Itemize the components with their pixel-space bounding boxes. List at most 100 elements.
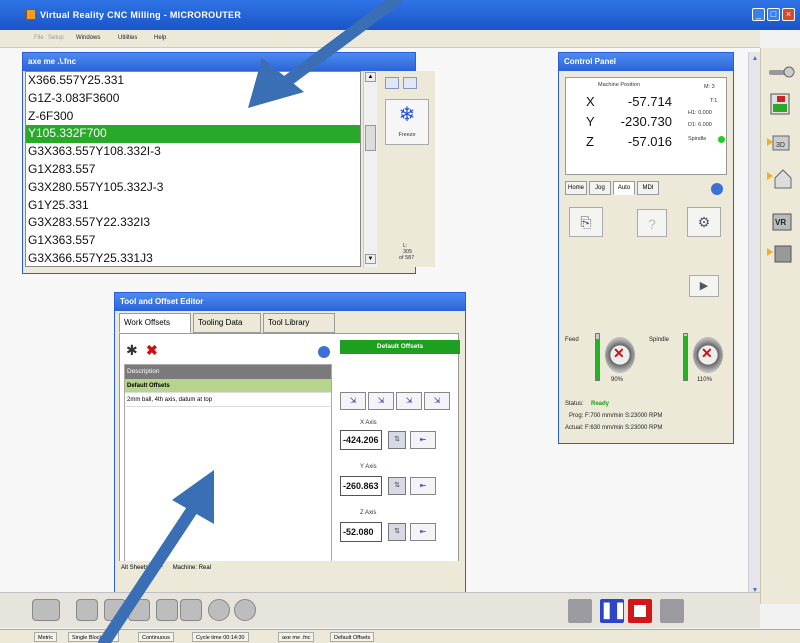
x-offset-stepper[interactable]: ⇅ xyxy=(388,431,406,449)
delete-offset-icon[interactable]: ✖ xyxy=(146,342,162,358)
set-all-offsets-icon[interactable]: ⇲ xyxy=(424,392,450,410)
list-item[interactable]: 2mm ball, 4th axis, datum at top xyxy=(125,393,331,407)
gcode-scrollbar[interactable]: ▲ ▼ xyxy=(363,71,377,267)
feed-percent: 90% xyxy=(611,377,624,383)
help-question-icon[interactable]: ? xyxy=(637,209,667,237)
cycle-start-icon[interactable] xyxy=(385,77,399,89)
menu-utilities[interactable]: Utilities xyxy=(118,35,137,41)
pause-button[interactable]: ❚❚ xyxy=(600,599,627,623)
add-offset-icon[interactable]: ✱ xyxy=(126,342,142,358)
tab-auto[interactable]: Auto xyxy=(613,181,635,195)
tool-change-icon[interactable] xyxy=(767,92,795,116)
freeze-label: Freeze xyxy=(398,132,416,138)
line-counter: L: 305 xyxy=(403,243,413,255)
editor-status-bar: Alt Sheets MDF Machine: Real xyxy=(119,561,459,575)
tab-jog[interactable]: Jog xyxy=(589,181,611,195)
tab-tool-library[interactable]: Tool Library xyxy=(263,313,335,333)
material-label: Alt Sheets MDF xyxy=(121,565,164,571)
gcode-listing[interactable]: X366.557Y25.331 G1Z-3.083F3600 Z-6F300 Y105… xyxy=(25,71,361,267)
gcode-line[interactable]: G3X280.557Y105.332J-3 xyxy=(26,179,360,197)
machine-setup-icon[interactable]: ⚙ xyxy=(687,207,721,237)
gcode-line[interactable]: Y105.332F700 xyxy=(26,125,360,144)
stop-button[interactable] xyxy=(628,599,652,623)
help-icon[interactable] xyxy=(318,346,330,358)
gauge-icon[interactable] xyxy=(180,599,202,621)
menu-file[interactable]: File xyxy=(34,35,44,41)
offset-list[interactable]: Description Default Offsets 2mm ball, 4t… xyxy=(124,364,332,570)
position-readout: Machine Position X -57.714 Y -230.730 Z … xyxy=(565,77,727,175)
feed-override-bar[interactable] xyxy=(595,333,600,381)
gcode-line[interactable]: G3X366.557Y25.331J3 xyxy=(26,250,360,268)
help-icon[interactable] xyxy=(711,183,723,195)
machine-position-label: Machine Position xyxy=(598,82,640,88)
stock-view-icon[interactable] xyxy=(76,599,98,621)
menu-setup[interactable]: Setup xyxy=(48,35,64,41)
tab-mdi[interactable]: MDI xyxy=(637,181,659,195)
3d-view-icon[interactable]: 3D xyxy=(767,132,795,156)
measure-icon[interactable] xyxy=(208,599,230,621)
gcode-line[interactable]: G1X283.557 xyxy=(26,161,360,179)
y-offset-field[interactable]: -260.863 xyxy=(340,476,382,496)
settings-icon[interactable] xyxy=(403,77,417,89)
z-probe-icon[interactable]: ⇤ xyxy=(410,523,436,541)
program-name-cell: axe me .fnc xyxy=(278,632,315,642)
z-offset-stepper[interactable]: ⇅ xyxy=(388,523,406,541)
vr-icon[interactable]: VR xyxy=(767,210,795,234)
spindle-label: Spindle xyxy=(688,136,707,142)
reset-icon[interactable] xyxy=(234,599,256,621)
x-probe-icon[interactable]: ⇤ xyxy=(410,431,436,449)
machine-mode-label: Machine: Real xyxy=(172,565,212,571)
gcode-line[interactable]: G3X363.557Y108.332I-3 xyxy=(26,143,360,161)
close-button[interactable]: × xyxy=(782,8,795,21)
gcode-line[interactable]: G3X283.557Y22.332I3 xyxy=(26,214,360,232)
run-program-icon[interactable]: ▶ xyxy=(689,275,719,297)
gcode-line[interactable]: G1X363.557 xyxy=(26,232,360,250)
gcode-line[interactable]: G1Y25.331 xyxy=(26,197,360,215)
machine-view-icon[interactable] xyxy=(767,242,795,266)
toolpath-icon[interactable] xyxy=(104,599,126,621)
scroll-down-icon[interactable]: ▼ xyxy=(365,254,376,264)
home-view-icon[interactable] xyxy=(767,166,795,190)
spindle-override-knob-icon[interactable]: ✕ xyxy=(693,337,723,373)
y-offset-stepper[interactable]: ⇅ xyxy=(388,477,406,495)
gcode-line[interactable]: X366.557Y25.331 xyxy=(26,72,360,90)
gcode-line[interactable]: G1Z-3.083F3600 xyxy=(26,90,360,108)
spindle-override-label: Spindle xyxy=(649,337,670,343)
spindle-percent: 110% xyxy=(697,377,712,383)
freeze-button[interactable]: ❄ Freeze xyxy=(385,99,429,145)
scroll-thumb[interactable] xyxy=(365,125,376,151)
feed-override-knob-icon[interactable]: ✕ xyxy=(605,337,635,373)
x-offset-field[interactable]: -424.206 xyxy=(340,430,382,450)
load-program-icon[interactable]: ⎘ xyxy=(569,207,603,237)
menu-help[interactable]: Help xyxy=(154,35,166,41)
set-z-offset-icon[interactable]: ⇲ xyxy=(396,392,422,410)
menu-bar: File Setup Windows Utilities Help xyxy=(0,30,760,48)
offsets-icon[interactable] xyxy=(156,599,178,621)
stop-icon xyxy=(634,605,646,617)
tab-tooling-data[interactable]: Tooling Data xyxy=(193,313,261,333)
sim-toggle-icon[interactable] xyxy=(32,599,60,621)
maximize-button[interactable]: □ xyxy=(767,8,780,21)
y-probe-icon[interactable]: ⇤ xyxy=(410,477,436,495)
tab-work-offsets[interactable]: Work Offsets xyxy=(119,313,191,333)
spindle-override-bar[interactable] xyxy=(683,333,688,381)
rewind-button[interactable] xyxy=(660,599,684,623)
set-x-offset-icon[interactable]: ⇲ xyxy=(340,392,366,410)
scroll-up-icon[interactable]: ▲ xyxy=(751,54,759,64)
status-label: Status: xyxy=(565,401,584,407)
menu-windows[interactable]: Windows xyxy=(76,35,100,41)
z-offset-field[interactable]: -52.080 xyxy=(340,522,382,542)
gcode-icon[interactable] xyxy=(128,599,150,621)
programmed-feed-line: Prog: F:700 mm/min S:23000 RPM xyxy=(569,413,663,419)
step-button[interactable] xyxy=(568,599,592,623)
set-y-offset-icon[interactable]: ⇲ xyxy=(368,392,394,410)
scroll-up-icon[interactable]: ▲ xyxy=(365,72,376,82)
tab-home[interactable]: Home xyxy=(565,181,587,195)
window-title: Virtual Reality CNC Milling - MICROROUTE… xyxy=(40,10,242,20)
x-axis-value: -57.714 xyxy=(627,94,672,109)
gcode-line[interactable]: Z-6F300 xyxy=(26,108,360,126)
minimize-button[interactable]: _ xyxy=(752,8,765,21)
main-scrollbar[interactable]: ▲ ▼ xyxy=(748,52,760,600)
wrench-icon[interactable] xyxy=(767,62,795,86)
list-item[interactable]: Default Offsets xyxy=(125,379,331,393)
